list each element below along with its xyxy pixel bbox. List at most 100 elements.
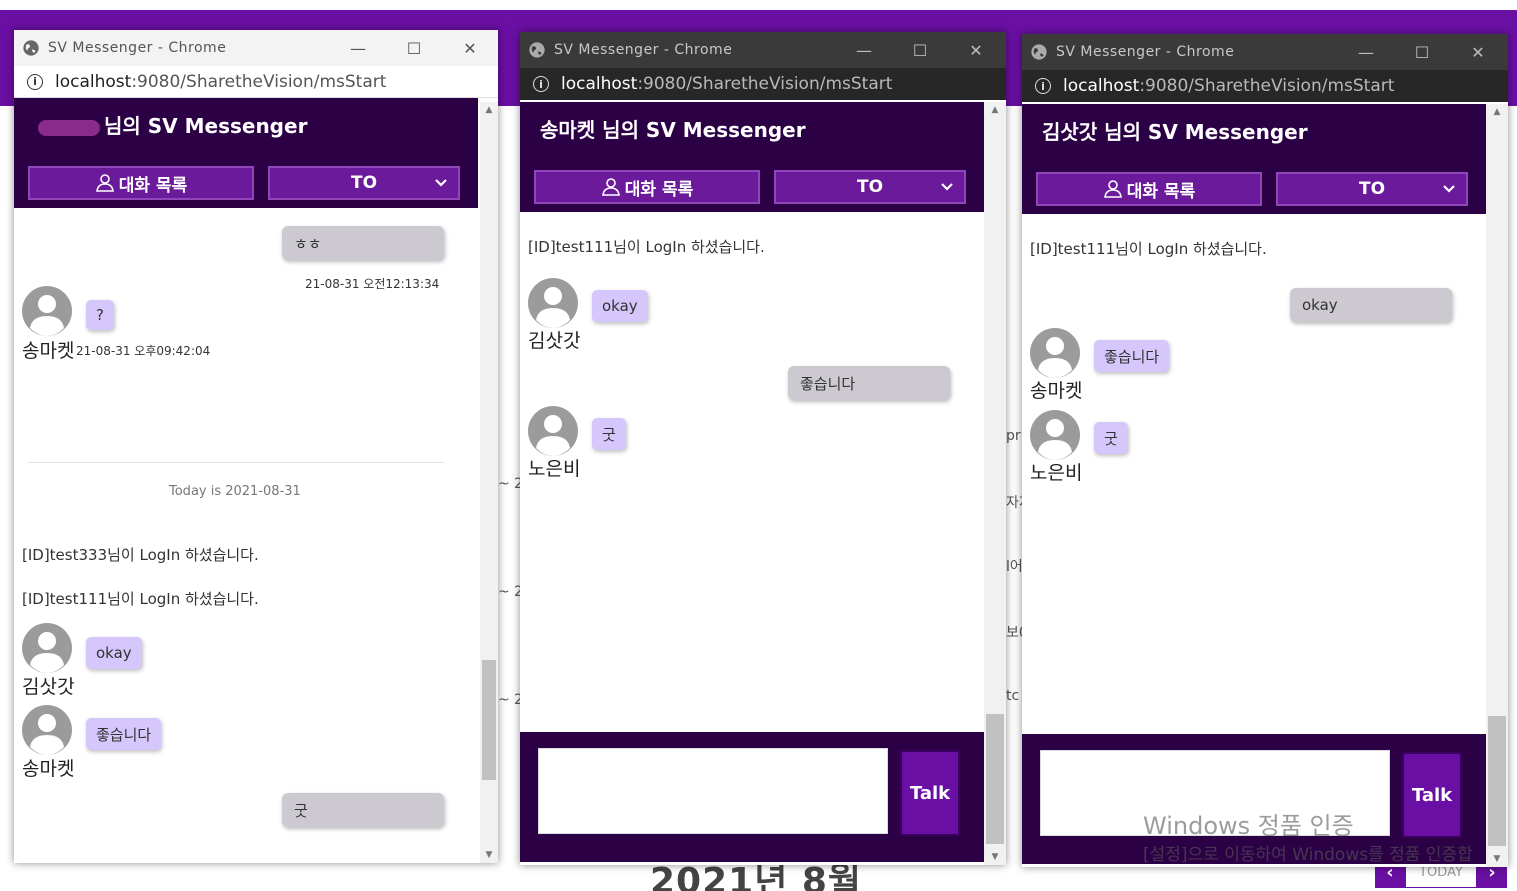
messenger-window-1: SV Messenger - Chrome — ☐ ✕ i localhost:…	[14, 30, 498, 863]
scrollbar[interactable]: ▲ ▼	[984, 102, 1006, 865]
window-titlebar[interactable]: SV Messenger - Chrome — ☐ ✕	[1022, 34, 1508, 70]
window-title: SV Messenger - Chrome	[554, 42, 733, 58]
scroll-down-icon[interactable]: ▼	[1486, 851, 1508, 867]
to-select-value: TO	[350, 173, 378, 193]
scrollbar-thumb[interactable]	[986, 714, 1004, 844]
maximize-icon[interactable]: ☐	[892, 32, 948, 68]
scroll-down-icon[interactable]: ▼	[480, 847, 498, 863]
sent-message-bubble: ㅎㅎ	[282, 226, 444, 260]
messenger-title: 김삿갓 님의 SV Messenger	[1042, 120, 1308, 144]
messenger-title: 송마켓 님의 SV Messenger	[540, 118, 806, 142]
scrollbar-thumb[interactable]	[1488, 716, 1506, 846]
minimize-icon[interactable]: —	[330, 30, 386, 66]
chat-list-button[interactable]: 대화 목록	[28, 166, 254, 200]
to-select-value: TO	[856, 177, 884, 197]
messenger-content: 님의 SV Messenger 대화 목록 TO ㅎㅎ 21-08-31 오전1…	[14, 98, 498, 863]
received-message-bubble: ?	[86, 300, 114, 330]
received-message-bubble: 좋습니다	[86, 718, 162, 750]
chat-list-label: 대화 목록	[624, 179, 694, 200]
maximize-icon[interactable]: ☐	[386, 30, 442, 66]
avatar	[22, 623, 72, 673]
chevron-down-icon	[941, 183, 953, 191]
background-text-fragment: l어	[1006, 559, 1023, 575]
talk-button[interactable]: Talk	[1402, 752, 1462, 838]
chat-area[interactable]: [ID]test111님이 LogIn 하셨습니다. okay 좋습니다 송마켓…	[1022, 214, 1466, 734]
user-icon	[601, 178, 620, 196]
globe-icon	[23, 40, 39, 56]
minimize-icon[interactable]: —	[1338, 34, 1394, 70]
address-bar[interactable]: i localhost:9080/SharetheVision/msStart	[520, 68, 1006, 100]
input-panel: Talk	[520, 732, 984, 862]
messenger-title: 님의 SV Messenger	[38, 110, 307, 139]
chat-list-label: 대화 목록	[118, 175, 188, 196]
redacted-username	[38, 119, 100, 136]
address-bar[interactable]: i localhost:9080/SharetheVision/msStart	[1022, 70, 1508, 102]
avatar	[1030, 328, 1080, 378]
messenger-header: 김삿갓 님의 SV Messenger 대화 목록 TO	[1022, 104, 1486, 214]
scroll-up-icon[interactable]: ▲	[1486, 104, 1508, 120]
messenger-window-2: SV Messenger - Chrome — ☐ ✕ i localhost:…	[520, 32, 1006, 865]
message-timestamp: 21-08-31 오전12:13:34	[305, 277, 440, 291]
to-select[interactable]: TO	[268, 166, 460, 200]
window-title: SV Messenger - Chrome	[1056, 44, 1235, 60]
maximize-icon[interactable]: ☐	[1394, 34, 1450, 70]
talk-button[interactable]: Talk	[900, 750, 960, 836]
chat-area[interactable]: [ID]test111님이 LogIn 하셨습니다. okay 김삿갓 좋습니다…	[520, 212, 964, 732]
url-host: localhost	[55, 71, 132, 92]
address-bar[interactable]: i localhost:9080/SharetheVision/msStart	[14, 66, 498, 98]
received-message-bubble: 굿	[1094, 422, 1128, 454]
to-select[interactable]: TO	[1276, 172, 1468, 206]
url-text[interactable]: localhost:9080/SharetheVision/msStart	[55, 72, 386, 92]
background-top-strip	[0, 0, 1517, 10]
window-titlebar[interactable]: SV Messenger - Chrome — ☐ ✕	[14, 30, 498, 66]
messenger-title-text: 님의 SV Messenger	[104, 114, 308, 138]
window-title: SV Messenger - Chrome	[48, 40, 227, 56]
scroll-up-icon[interactable]: ▲	[984, 102, 1006, 118]
chat-area[interactable]: ㅎㅎ 21-08-31 오전12:13:34 ? 송마켓 21-08-31 오후…	[14, 208, 480, 863]
sent-message-bubble: okay	[1290, 288, 1452, 322]
url-path: :9080/SharetheVision/msStart	[131, 71, 387, 92]
info-icon[interactable]: i	[27, 73, 43, 90]
avatar	[22, 286, 72, 336]
scroll-up-icon[interactable]: ▲	[480, 102, 498, 118]
sent-message-bubble: 굿	[282, 793, 444, 827]
messenger-content: 송마켓 님의 SV Messenger 대화 목록 TO [ID]test111…	[520, 102, 1006, 865]
info-icon[interactable]: i	[1035, 78, 1051, 94]
scrollbar[interactable]: ▲ ▼	[480, 102, 498, 863]
chevron-down-icon	[435, 179, 447, 187]
url-text[interactable]: localhost:9080/SharetheVision/msStart	[1063, 76, 1394, 96]
user-icon	[1103, 180, 1122, 198]
to-select[interactable]: TO	[774, 170, 966, 204]
scroll-down-icon[interactable]: ▼	[984, 849, 1006, 865]
received-message-bubble: okay	[592, 290, 648, 322]
received-message-bubble: okay	[86, 637, 142, 669]
message-input[interactable]	[538, 748, 888, 834]
sender-name: 김삿갓	[22, 676, 75, 698]
activation-watermark-text: [설정]으로 이동하여 Windows를 정품 인증합	[1143, 845, 1473, 865]
chat-list-button[interactable]: 대화 목록	[1036, 172, 1262, 206]
messenger-window-3: SV Messenger - Chrome — ☐ ✕ i localhost:…	[1022, 34, 1508, 867]
close-icon[interactable]: ✕	[1450, 34, 1506, 70]
url-host: localhost	[1063, 76, 1140, 96]
scrollbar[interactable]: ▲ ▼	[1486, 104, 1508, 867]
chat-list-button[interactable]: 대화 목록	[534, 170, 760, 204]
scrollbar-thumb[interactable]	[482, 660, 496, 780]
to-select-value: TO	[1358, 179, 1386, 199]
sender-name: 송마켓	[22, 340, 75, 362]
globe-icon	[529, 42, 545, 58]
today-label: Today is 2021-08-31	[169, 484, 301, 499]
window-titlebar[interactable]: SV Messenger - Chrome — ☐ ✕	[520, 32, 1006, 68]
avatar	[528, 278, 578, 328]
user-icon	[95, 174, 114, 192]
minimize-icon[interactable]: —	[836, 32, 892, 68]
info-icon[interactable]: i	[533, 76, 549, 92]
close-icon[interactable]: ✕	[948, 32, 1004, 68]
system-message: [ID]test111님이 LogIn 하셨습니다.	[528, 238, 765, 256]
background-text-fragment: pr	[1006, 428, 1021, 444]
sent-message-bubble: 좋습니다	[788, 366, 950, 400]
globe-icon	[1031, 44, 1047, 60]
sender-name: 송마켓	[22, 758, 75, 780]
url-text[interactable]: localhost:9080/SharetheVision/msStart	[561, 74, 892, 94]
sender-name: 송마켓	[1030, 380, 1083, 402]
close-icon[interactable]: ✕	[442, 30, 498, 66]
